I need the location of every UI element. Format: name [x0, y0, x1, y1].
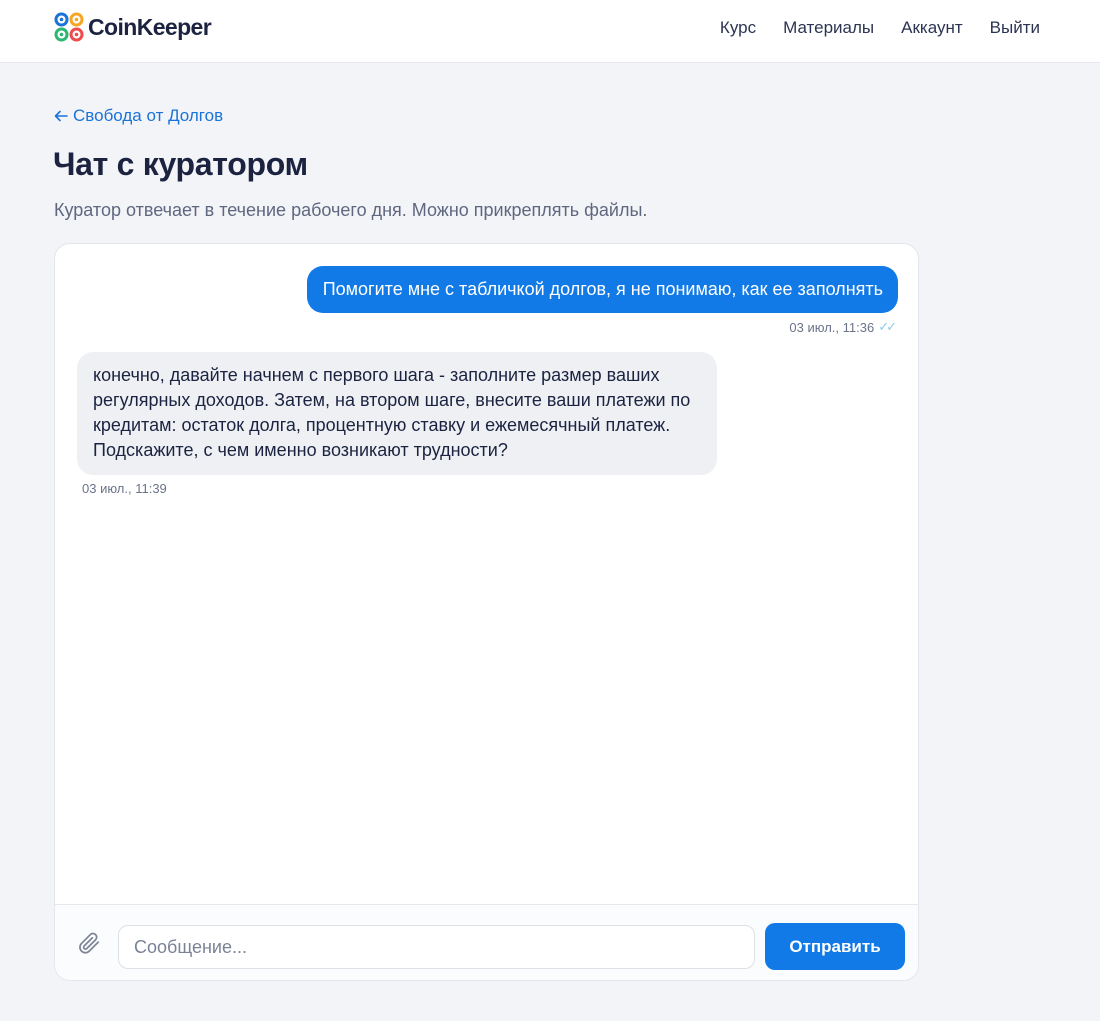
page-subtitle: Куратор отвечает в течение рабочего дня.… — [54, 200, 648, 220]
message-timestamp: 03 июл., 11:36 — [789, 319, 875, 335]
nav-item-course[interactable]: Курс — [720, 18, 756, 38]
outgoing-message-meta: 03 июл., 11:36 ✓✓ — [789, 319, 897, 335]
incoming-message: конечно, давайте начнем с первого шага -… — [77, 352, 717, 475]
brand-name: CoinKeeper — [88, 13, 212, 40]
message-list[interactable]: Помогите мне с табличкой долгов, я не по… — [55, 244, 918, 904]
nav-item-account[interactable]: Аккаунт — [901, 18, 963, 38]
outgoing-message: Помогите мне с табличкой долгов, я не по… — [306, 266, 898, 313]
brand-logo[interactable]: CoinKeeper — [54, 12, 212, 42]
main-nav: Курс Материалы Аккаунт Выйти — [720, 18, 1040, 38]
paperclip-icon — [79, 932, 100, 954]
coinkeeper-logo-icon — [54, 12, 84, 42]
read-checkmarks-icon: ✓✓ — [878, 319, 897, 334]
top-navbar: CoinKeeper Курс Материалы Аккаунт Выйти — [0, 0, 1100, 63]
attach-file-button[interactable] — [75, 929, 103, 957]
nav-item-materials[interactable]: Материалы — [783, 18, 874, 38]
arrow-left-icon — [54, 110, 68, 122]
message-input[interactable] — [118, 925, 755, 969]
message-timestamp: 03 июл., 11:39 — [82, 481, 167, 496]
back-link-label: Свобода от Долгов — [73, 106, 224, 125]
page-title: Чат с куратором — [53, 146, 308, 182]
nav-item-logout[interactable]: Выйти — [990, 18, 1040, 38]
back-link[interactable]: Свобода от Долгов — [54, 106, 223, 126]
chat-panel: Помогите мне с табличкой долгов, я не по… — [54, 243, 919, 981]
message-composer: Отправить — [55, 904, 918, 980]
send-button[interactable]: Отправить — [765, 923, 905, 970]
